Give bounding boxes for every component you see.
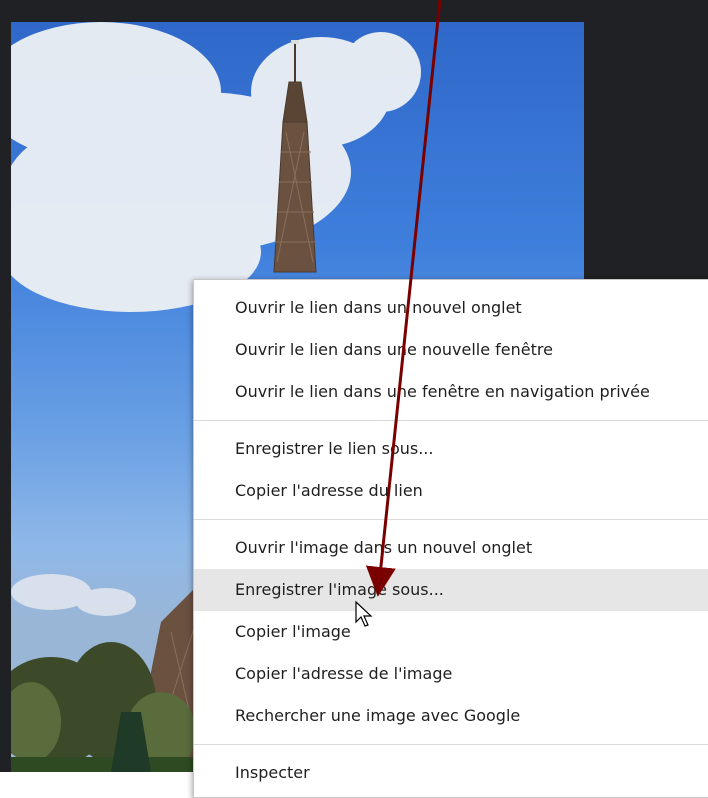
- menu-separator: [194, 744, 708, 745]
- menu-item-search-image-google[interactable]: Rechercher une image avec Google: [194, 695, 708, 737]
- context-menu: Ouvrir le lien dans un nouvel onglet Ouv…: [193, 279, 708, 798]
- menu-item-copy-image-address[interactable]: Copier l'adresse de l'image: [194, 653, 708, 695]
- menu-item-save-image-as[interactable]: Enregistrer l'image sous...: [194, 569, 708, 611]
- menu-item-open-link-private-window[interactable]: Ouvrir le lien dans une fenêtre en navig…: [194, 371, 708, 413]
- menu-item-open-link-new-tab[interactable]: Ouvrir le lien dans un nouvel onglet: [194, 287, 708, 329]
- menu-separator: [194, 420, 708, 421]
- menu-item-copy-link-address[interactable]: Copier l'adresse du lien: [194, 470, 708, 512]
- menu-item-save-link-as[interactable]: Enregistrer le lien sous...: [194, 428, 708, 470]
- menu-group-link: Ouvrir le lien dans un nouvel onglet Ouv…: [194, 287, 708, 413]
- menu-item-inspect[interactable]: Inspecter: [194, 752, 708, 794]
- menu-item-open-image-new-tab[interactable]: Ouvrir l'image dans un nouvel onglet: [194, 527, 708, 569]
- menu-item-open-link-new-window[interactable]: Ouvrir le lien dans une nouvelle fenêtre: [194, 329, 708, 371]
- menu-group-image: Ouvrir l'image dans un nouvel onglet Enr…: [194, 527, 708, 737]
- menu-group-link-save: Enregistrer le lien sous... Copier l'adr…: [194, 428, 708, 512]
- menu-separator: [194, 519, 708, 520]
- menu-item-copy-image[interactable]: Copier l'image: [194, 611, 708, 653]
- menu-group-devtools: Inspecter: [194, 752, 708, 794]
